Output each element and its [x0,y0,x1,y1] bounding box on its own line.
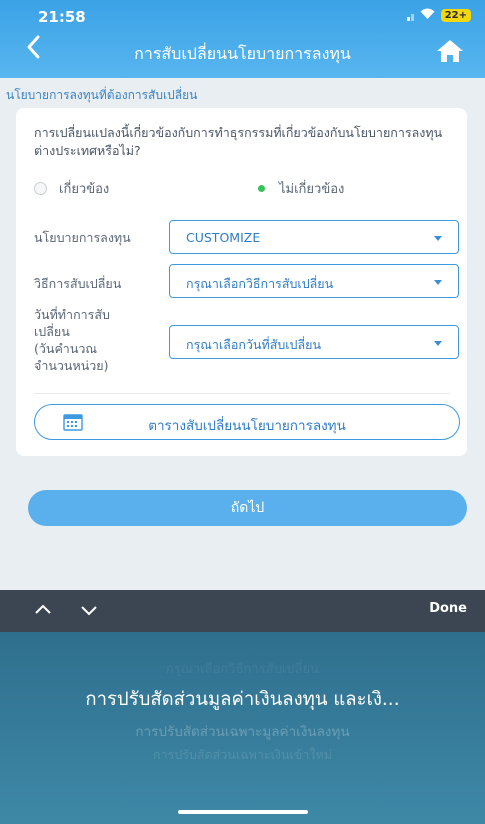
battery-badge: 22+ [440,8,471,22]
status-time: 21:58 [38,8,86,26]
method-label: วิธีการสับเปลี่ยน [34,276,122,291]
picker-option[interactable]: กรุณาเลือกวิธีการสับเปลี่ยน [0,658,485,679]
picker-option[interactable]: การปรับสัดส่วนเฉพาะเงินเข้าใหม่ [0,745,485,765]
radio-unrelated-label: ไม่เกี่ยวข้อง [279,182,345,197]
policy-label: นโยบายการลงทุน [34,230,131,245]
picker-option-selected[interactable]: การปรับสัดส่วนมูลค่าเงินลงทุน และเงิ... [0,685,485,714]
status-icons: 22+ [406,8,471,22]
page-title: การสับเปลี่ยนนโยบายการลงทุน [134,44,351,63]
section-title: นโยบายการลงทุนที่ต้องการสับเปลี่ยน [6,88,198,102]
switch-form-card: การเปลี่ยนแปลงนี้เกี่ยวข้องกับการทำธุรกร… [16,108,467,456]
policy-select[interactable]: CUSTOMIZE [169,220,459,254]
date-label-line: เปลี่ยน [34,324,70,339]
wifi-icon [420,8,435,22]
chevron-down-icon[interactable] [80,601,98,619]
chevron-up-icon[interactable] [34,601,52,619]
date-label-line: (วันคำนวณ [34,341,97,356]
radio-checked-icon [256,183,267,194]
picker-toolbar: Done [0,590,485,632]
date-value: กรุณาเลือกวันที่สับเปลี่ยน [186,337,322,352]
switch-schedule-label: ตารางสับเปลี่ยนนโยบายการลงทุน [148,418,346,434]
picker-option[interactable]: การปรับสัดส่วนเฉพาะมูลค่าเงินลงทุน [0,720,485,742]
date-label-line: วันที่ทำการสับ [34,307,110,322]
radio-related[interactable]: เกี่ยวข้อง [34,178,109,199]
home-indicator [178,810,308,814]
policy-value: CUSTOMIZE [186,230,261,245]
home-icon [437,40,463,62]
radio-related-label: เกี่ยวข้อง [59,182,110,197]
radio-unrelated[interactable]: ไม่เกี่ยวข้อง [256,178,344,199]
next-button[interactable]: ถัดไป [28,490,467,526]
done-button[interactable]: Done [429,601,467,616]
home-button[interactable] [435,38,465,66]
date-select[interactable]: กรุณาเลือกวันที่สับเปลี่ยน [169,325,459,359]
related-radio-group: เกี่ยวข้อง ไม่เกี่ยวข้อง [34,176,454,198]
divider [34,393,450,394]
method-picker-wheel[interactable]: กรุณาเลือกวิธีการสับเปลี่ยน การปรับสัดส่… [0,632,485,824]
caret-down-icon [434,280,442,285]
foreign-policy-question: การเปลี่ยนแปลงนี้เกี่ยวข้องกับการทำธุรกร… [34,125,443,158]
radio-unchecked-icon [34,182,47,195]
caret-down-icon [434,236,442,241]
caret-down-icon [434,341,442,346]
method-value: กรุณาเลือกวิธีการสับเปลี่ยน [186,276,334,291]
date-label-line: จำนวนหน่วย) [34,358,109,373]
signal-icon [406,9,414,21]
switch-schedule-button[interactable]: ตารางสับเปลี่ยนนโยบายการลงทุน [34,404,460,440]
app-header: 21:58 22+ การสับเปลี่ยนนโยบายการลงทุน [0,0,485,78]
date-label: วันที่ทำการสับ เปลี่ยน (วันคำนวณ จำนวนหน… [34,306,110,374]
method-select[interactable]: กรุณาเลือกวิธีการสับเปลี่ยน [169,264,459,298]
